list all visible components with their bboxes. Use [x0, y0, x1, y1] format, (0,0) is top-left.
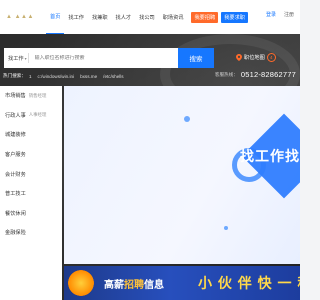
page: ▲ ▲▲▲ 首页 找工作 找兼职 找人才 找公司 职场资讯 我要招聘 我要求职 … — [0, 0, 300, 300]
category-sub[interactable]: 销售经理 — [29, 93, 47, 99]
logo-mark: ▲ ▲▲▲ — [6, 14, 34, 20]
category-item[interactable]: 普工技工 — [0, 184, 62, 204]
map-search-label: 职位地图 — [244, 55, 265, 61]
category-item[interactable]: 市场销售 销售经理 — [0, 86, 62, 106]
category-item[interactable]: 城建装修 — [0, 125, 62, 145]
category-name: 金融保险 — [5, 230, 26, 237]
nav-link-find-job[interactable]: 找工作 — [64, 0, 88, 34]
promo-text: 高薪招聘信息 — [104, 276, 164, 291]
hot-search-item[interactable]: bxss.me — [80, 74, 97, 79]
login-link[interactable]: 登录 — [266, 11, 276, 18]
nav-link-part-time[interactable]: 找兼职 — [88, 0, 112, 34]
category-item[interactable]: 行政人事 人事经理 — [0, 106, 62, 126]
search-type-label: 找工作 — [8, 55, 24, 62]
nav-link-find-talent[interactable]: 找人才 — [112, 0, 136, 34]
nav-links: 首页 找工作 找兼职 找人才 找公司 职场资讯 — [46, 0, 187, 34]
banner-title: 找工作找 — [240, 148, 300, 164]
job-category-list: 市场销售 销售经理 行政人事 人事经理 城建装修 客户服务 会计财务 普工技工 … — [0, 86, 62, 300]
search-button[interactable]: 搜索 — [178, 48, 214, 68]
map-count-badge: 4 — [266, 53, 276, 62]
category-name: 餐饮休闲 — [5, 210, 26, 217]
category-item[interactable]: 金融保险 — [0, 223, 62, 243]
chevron-down-icon: ▾ — [24, 55, 27, 61]
search-row: 找工作▾ 搜索 职位地图 4 — [0, 48, 300, 68]
nav-link-find-company[interactable]: 找公司 — [135, 0, 159, 34]
category-item[interactable]: 客户服务 — [0, 145, 62, 165]
hot-search-item[interactable]: 1 — [29, 74, 32, 79]
hotline: 客服热线： 0512-82862777 — [215, 70, 296, 79]
promo-highlight: 招聘 — [124, 279, 144, 291]
category-name: 客户服务 — [5, 152, 26, 159]
post-job-button[interactable]: 我要招聘 — [191, 11, 219, 23]
category-item[interactable]: 餐饮休闲 — [0, 204, 62, 224]
hot-search-label: 热门搜索： — [3, 73, 26, 78]
search-type-select[interactable]: 找工作▾ — [4, 55, 28, 62]
search-divider — [28, 53, 29, 63]
hot-search-item[interactable]: /etc/shells — [103, 74, 123, 79]
search-box: 找工作▾ — [4, 48, 178, 68]
hotline-number: 0512-82862777 — [240, 70, 296, 79]
user-area: 登录 注册 — [266, 11, 294, 18]
hotline-label: 客服热线： — [214, 71, 238, 77]
map-search-link[interactable]: 职位地图 4 — [236, 53, 276, 62]
promo-banner[interactable]: 高薪招聘信息 小 伙 伴 快 一 秒 ! — [64, 266, 300, 300]
promo-suffix: 信息 — [144, 279, 164, 291]
category-name: 行政人事 — [5, 112, 26, 119]
promo-burst-decoration — [68, 270, 94, 296]
nav-link-home[interactable]: 首页 — [46, 0, 65, 34]
banner-dot-decoration — [184, 116, 190, 122]
hero-banner[interactable]: 找工作找 — [64, 86, 300, 264]
map-pin-icon — [236, 54, 242, 61]
category-name: 会计财务 — [5, 171, 26, 178]
nav-link-career-news[interactable]: 职场资讯 — [159, 0, 188, 34]
promo-slogan: 小 伙 伴 快 一 秒 ! — [198, 275, 300, 291]
top-nav: ▲ ▲▲▲ 首页 找工作 找兼职 找人才 找公司 职场资讯 我要招聘 我要求职 … — [0, 0, 300, 34]
category-sub[interactable]: 人事经理 — [29, 112, 47, 118]
category-name: 市场销售 — [5, 93, 26, 100]
search-input[interactable] — [34, 55, 155, 61]
site-logo[interactable]: ▲ ▲▲▲ — [0, 0, 46, 34]
hot-search-row: 热门搜索： 1 c:/windows/win.ini bxss.me /etc/… — [0, 70, 300, 82]
register-link[interactable]: 注册 — [284, 11, 294, 18]
category-name: 普工技工 — [5, 191, 26, 198]
hot-search-item[interactable]: c:/windows/win.ini — [38, 74, 75, 79]
seek-job-button[interactable]: 我要求职 — [221, 11, 248, 23]
category-item[interactable]: 会计财务 — [0, 164, 62, 184]
category-name: 城建装修 — [5, 132, 26, 139]
promo-prefix: 高薪 — [104, 279, 124, 291]
banner-dot-decoration — [224, 226, 228, 230]
